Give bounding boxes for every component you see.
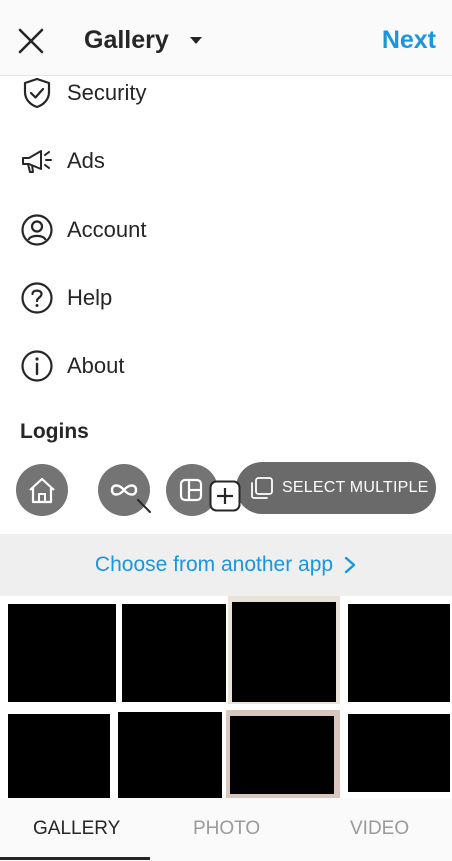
tab-video[interactable]: VIDEO [350, 818, 409, 840]
close-icon[interactable] [14, 24, 48, 58]
home-button[interactable] [16, 464, 68, 516]
menu-item-label: Ads [67, 148, 105, 173]
photo-thumbnail[interactable] [8, 714, 110, 798]
megaphone-icon [22, 150, 52, 173]
bottom-tab-bar: GALLERY PHOTO VIDEO [0, 798, 452, 861]
chevron-right-icon [344, 556, 356, 574]
chevron-down-icon[interactable] [190, 37, 202, 44]
select-multiple-label: SELECT MULTIPLE [282, 479, 429, 496]
menu-item-label: Help [67, 285, 113, 310]
tab-photo[interactable]: PHOTO [193, 818, 260, 840]
another-app-label: Choose from another app [94, 553, 334, 576]
photo-thumbnail[interactable] [232, 602, 336, 702]
photo-thumbnail[interactable] [118, 712, 222, 798]
photo-grid [0, 596, 452, 798]
select-multiple-button[interactable]: SELECT MULTIPLE [236, 462, 436, 514]
choose-from-another-app[interactable]: Choose from another app [0, 534, 452, 596]
gallery-title[interactable]: Gallery [84, 26, 169, 55]
add-icon[interactable] [209, 480, 241, 512]
photo-thumbnail[interactable] [122, 604, 226, 702]
tab-gallery[interactable]: GALLERY [33, 818, 120, 840]
shield-check-icon [23, 77, 51, 109]
active-tab-indicator [0, 857, 150, 860]
section-heading-logins: Logins [20, 420, 89, 443]
menu-item-about[interactable]: About [20, 346, 125, 386]
search-icon [137, 499, 151, 513]
multiple-squares-icon [251, 477, 273, 499]
menu-item-label: Account [67, 217, 147, 242]
question-circle-icon [21, 282, 53, 314]
settings-menu: Security Ads Account Help About Logins [0, 76, 452, 462]
home-icon [29, 477, 55, 504]
next-button[interactable]: Next [382, 26, 436, 55]
menu-item-label: Security [67, 80, 147, 105]
info-circle-icon [21, 350, 53, 382]
photo-thumbnail[interactable] [8, 604, 116, 702]
photo-thumbnail[interactable] [348, 714, 450, 792]
menu-item-help[interactable]: Help [20, 278, 112, 318]
menu-item-account[interactable]: Account [20, 210, 147, 250]
menu-item-security[interactable]: Security [20, 76, 146, 113]
photo-thumbnail[interactable] [230, 716, 334, 794]
user-circle-icon [21, 214, 53, 246]
photo-thumbnail[interactable] [348, 604, 450, 702]
menu-item-label: About [67, 353, 125, 378]
header-bar: Gallery Next [0, 0, 452, 76]
menu-item-ads[interactable]: Ads [20, 141, 105, 181]
